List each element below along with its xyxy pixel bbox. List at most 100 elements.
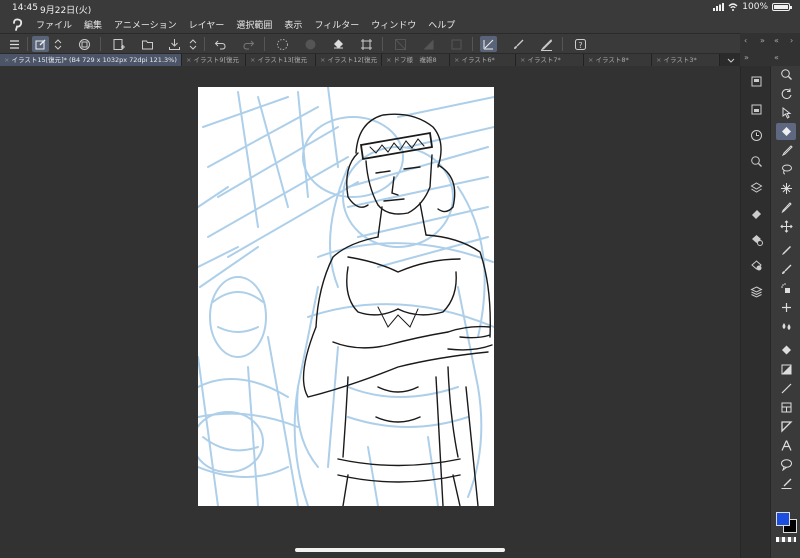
- rotate-tool[interactable]: [776, 85, 796, 102]
- new-canvas-button[interactable]: [110, 36, 127, 52]
- close-tab-icon[interactable]: ×: [588, 56, 593, 64]
- close-tab-icon[interactable]: ×: [4, 56, 9, 64]
- line-tool[interactable]: [776, 380, 796, 397]
- collapse-icon[interactable]: «: [774, 36, 779, 45]
- tab-6[interactable]: × イラスト7*: [516, 54, 584, 66]
- ruler-edit-icon: [483, 39, 494, 49]
- help-button[interactable]: ?: [572, 36, 589, 52]
- open-button[interactable]: [139, 36, 156, 52]
- tab-1[interactable]: × イラスト9[復元: [182, 54, 246, 66]
- transparent-color-swatch[interactable]: [776, 537, 796, 542]
- menu-edit[interactable]: 編集: [78, 18, 108, 31]
- save-button[interactable]: [166, 36, 183, 52]
- home-indicator[interactable]: [295, 548, 505, 552]
- search-icon: [750, 155, 762, 167]
- square-icon: [451, 39, 462, 49]
- undo-icon: [214, 40, 226, 49]
- loading-button[interactable]: [274, 36, 291, 52]
- search-button[interactable]: [747, 152, 765, 170]
- close-tab-icon[interactable]: ×: [656, 56, 661, 64]
- no-select-button[interactable]: [392, 36, 409, 52]
- tab-4[interactable]: × ドフ様 複雑8: [382, 54, 450, 66]
- pen-button[interactable]: [538, 36, 555, 52]
- move-tool[interactable]: [776, 218, 796, 235]
- canvas-area[interactable]: [0, 66, 740, 558]
- text-tool[interactable]: [776, 437, 796, 454]
- close-tab-icon[interactable]: ×: [454, 56, 459, 64]
- layer-select-button[interactable]: [32, 36, 49, 52]
- tab-7[interactable]: × イラスト8*: [584, 54, 652, 66]
- stack-button[interactable]: [747, 282, 765, 300]
- hamburger-menu-button[interactable]: [6, 36, 23, 52]
- layer-properties-button[interactable]: [747, 72, 765, 90]
- stepper-button[interactable]: [53, 36, 63, 52]
- ruler-tool[interactable]: [776, 418, 796, 435]
- history-button[interactable]: [747, 126, 765, 144]
- circle-button[interactable]: [302, 36, 319, 52]
- fill-button[interactable]: [330, 36, 347, 52]
- water-tool[interactable]: [776, 318, 796, 335]
- layers-button[interactable]: [747, 178, 765, 196]
- close-tab-icon[interactable]: ×: [186, 56, 191, 64]
- ruler-edit-button[interactable]: [480, 36, 497, 52]
- menu-window[interactable]: ウィンドウ: [365, 18, 422, 31]
- tab-3[interactable]: × イラスト12[復元: [316, 54, 382, 66]
- close-tab-icon[interactable]: ×: [320, 56, 325, 64]
- drawing-canvas[interactable]: [198, 87, 494, 506]
- brush-tool[interactable]: [776, 261, 796, 278]
- pen-tool[interactable]: [776, 142, 796, 159]
- gradient-tool[interactable]: [776, 361, 796, 378]
- delete-layer-button[interactable]: [747, 230, 765, 248]
- lasso-tool[interactable]: [776, 161, 796, 178]
- tab-2[interactable]: × イラスト13[復元: [246, 54, 316, 66]
- menu-filter[interactable]: フィルター: [308, 18, 365, 31]
- eraser-layer-button[interactable]: [747, 204, 765, 222]
- menu-view[interactable]: 表示: [278, 18, 308, 31]
- tab-8[interactable]: × イラスト3*: [652, 54, 720, 66]
- close-tab-icon[interactable]: ×: [250, 56, 255, 64]
- half-button[interactable]: [420, 36, 437, 52]
- brush-button[interactable]: [510, 36, 527, 52]
- layer-mask-button[interactable]: [747, 256, 765, 274]
- menu-layer[interactable]: レイヤー: [183, 18, 231, 31]
- redo-button[interactable]: [240, 36, 257, 52]
- blend-tool[interactable]: [776, 299, 796, 316]
- navigator-icon: [751, 104, 761, 114]
- eyedropper-tool[interactable]: [776, 199, 796, 216]
- collapse-left-icon[interactable]: ‹: [744, 36, 747, 45]
- app-logo-icon[interactable]: [4, 16, 30, 33]
- balloon-tool[interactable]: [776, 456, 796, 473]
- close-tab-icon[interactable]: ×: [520, 56, 525, 64]
- transform-button[interactable]: [358, 36, 375, 52]
- object-tool[interactable]: [776, 104, 796, 121]
- undo-button[interactable]: [212, 36, 229, 52]
- fill-tool[interactable]: [776, 342, 796, 359]
- expand-icon[interactable]: »: [760, 36, 765, 45]
- rotate-icon: [781, 88, 791, 99]
- stepper-button-2[interactable]: [188, 36, 198, 52]
- navigator-button[interactable]: [747, 100, 765, 118]
- canvas-button[interactable]: [76, 36, 93, 52]
- water-icon: [782, 323, 790, 330]
- tab-5[interactable]: × イラスト6*: [450, 54, 516, 66]
- tab-list-chevron-icon[interactable]: [726, 55, 736, 65]
- square-button[interactable]: [448, 36, 465, 52]
- airbrush-tool[interactable]: [776, 280, 796, 297]
- menu-selection[interactable]: 選択範囲: [230, 18, 278, 31]
- close-tab-icon[interactable]: ×: [386, 56, 391, 64]
- collapse-right-icon[interactable]: ›: [790, 36, 793, 45]
- select-tool[interactable]: [776, 123, 796, 140]
- zoom-tool[interactable]: [776, 66, 796, 83]
- correction-tool[interactable]: [776, 475, 796, 492]
- menu-file[interactable]: ファイル: [30, 18, 78, 31]
- sparkle-tool[interactable]: [776, 180, 796, 197]
- palette-expand-icon[interactable]: »: [744, 53, 749, 62]
- battery-percent: 100%: [742, 2, 768, 12]
- frame-tool[interactable]: [776, 399, 796, 416]
- menu-animation[interactable]: アニメーション: [108, 18, 183, 31]
- tab-0[interactable]: × イラスト15[復元]* (B4 729 x 1032px 72dpi 121.…: [0, 54, 182, 66]
- main-color-swatch[interactable]: [776, 512, 790, 526]
- menu-help[interactable]: ヘルプ: [422, 18, 461, 31]
- palette-collapse-icon[interactable]: «: [774, 53, 779, 62]
- pencil-tool[interactable]: [776, 242, 796, 259]
